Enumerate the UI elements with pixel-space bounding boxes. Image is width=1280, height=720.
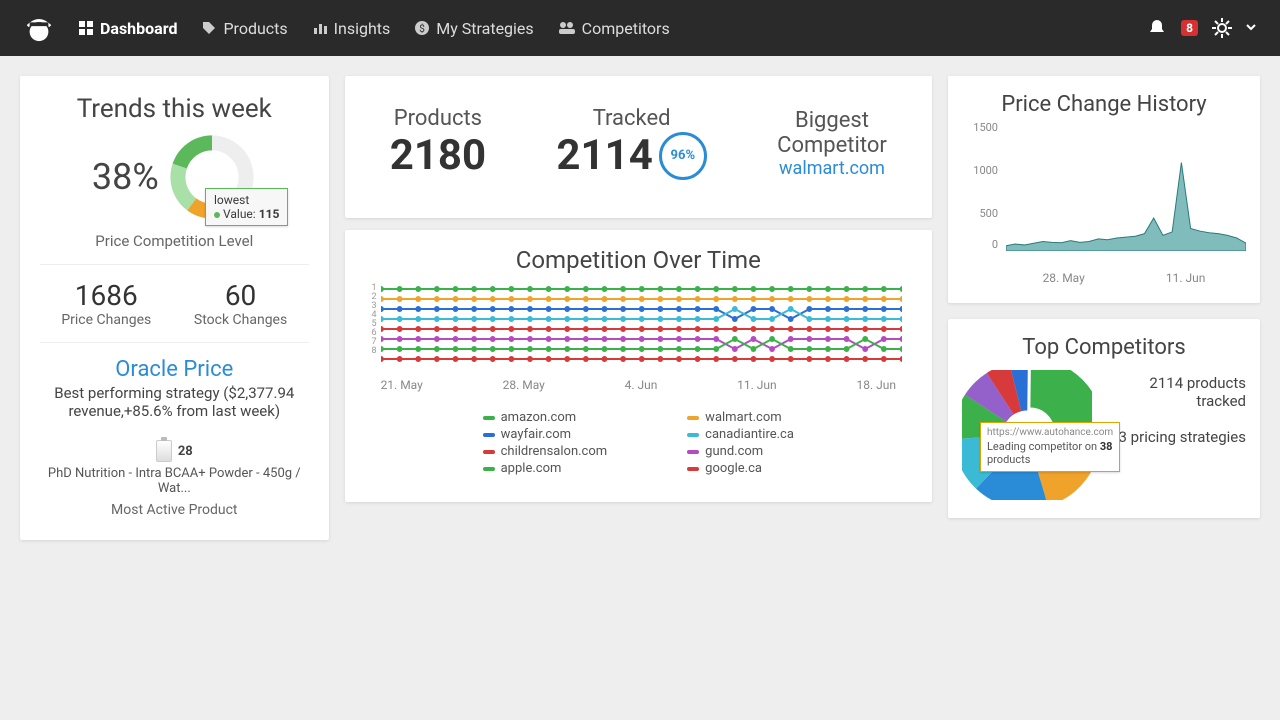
cot-xaxis: 21. May28. May4. Jun11. Jun18. Jun <box>381 378 896 392</box>
notification-badge[interactable]: 8 <box>1181 20 1198 36</box>
most-active-caption: Most Active Product <box>40 502 309 518</box>
nav-strategies-label: My Strategies <box>436 19 533 38</box>
nav-items: Dashboard Products Insights $ My Strateg… <box>78 19 670 38</box>
svg-text:$: $ <box>419 22 425 35</box>
nav-competitors-label: Competitors <box>582 19 670 38</box>
product-thumb-icon <box>156 440 172 462</box>
nav-insights[interactable]: Insights <box>312 19 391 38</box>
best-strategy-link[interactable]: Oracle Price <box>40 357 309 382</box>
chevron-down-icon[interactable] <box>1246 23 1256 33</box>
app-logo-icon <box>24 13 54 43</box>
history-xaxis: 28. May11. Jun <box>1002 271 1246 285</box>
best-strategy-desc: Best performing strategy ($2,377.94 reve… <box>40 382 309 422</box>
tc-stats: 2114 products tracked 3 pricing strategi… <box>1102 370 1246 446</box>
nav-products-label: Products <box>223 19 287 38</box>
competition-pct: 38% <box>92 156 159 198</box>
tracked-metric[interactable]: Tracked 2114 96% <box>556 106 706 180</box>
nav-strategies[interactable]: $ My Strategies <box>414 19 533 38</box>
gear-icon[interactable] <box>1212 18 1232 38</box>
people-icon <box>558 20 576 36</box>
biggest-competitor-link[interactable]: walmart.com <box>777 158 887 179</box>
metrics-card: Products 2180 Tracked 2114 96% Biggest C… <box>345 76 932 218</box>
nav-dashboard-label: Dashboard <box>100 19 177 38</box>
nav-products[interactable]: Products <box>201 19 287 38</box>
history-title: Price Change History <box>962 92 1246 117</box>
pie-tooltip: https://www.autohance.com Leading compet… <box>980 422 1120 472</box>
cot-title: Competition Over Time <box>365 246 912 274</box>
cot-legend: amazon.com wayfair.com childrensalon.com… <box>365 408 912 478</box>
products-metric[interactable]: Products 2180 <box>390 106 486 180</box>
stock-changes-stat[interactable]: 60 Stock Changes <box>194 279 287 328</box>
nav-dashboard[interactable]: Dashboard <box>78 19 177 38</box>
top-navbar: Dashboard Products Insights $ My Strateg… <box>0 0 1280 56</box>
tag-icon <box>201 20 217 36</box>
tooltip-label: lowest <box>214 193 279 207</box>
competition-subtitle: Price Competition Level <box>40 232 309 250</box>
nav-right: 8 <box>1147 18 1256 38</box>
nav-insights-label: Insights <box>334 19 391 38</box>
top-competitors-card: Top Competitors 2114 products tracked 3 … <box>948 319 1260 518</box>
most-active-product-name[interactable]: PhD Nutrition - Intra BCAA+ Powder - 450… <box>40 466 309 496</box>
price-history-card: Price Change History 1500 1000 500 0 28.… <box>948 76 1260 303</box>
product-count: 28 <box>178 444 193 459</box>
dollar-icon: $ <box>414 20 430 36</box>
trends-card: Trends this week 38% lowest Value: 115 P… <box>20 76 329 540</box>
nav-competitors[interactable]: Competitors <box>558 19 670 38</box>
history-chart[interactable]: 1500 1000 500 0 <box>962 121 1246 271</box>
price-changes-stat[interactable]: 1686 Price Changes <box>61 279 151 328</box>
cot-chart[interactable]: 12345678 <box>381 284 902 374</box>
competition-over-time-card: Competition Over Time 12345678 21. May28… <box>345 230 932 502</box>
tracked-pct-ring: 96% <box>659 132 707 180</box>
trends-title: Trends this week <box>40 94 309 124</box>
donut-tooltip: lowest Value: 115 <box>205 188 288 226</box>
bell-icon[interactable] <box>1147 18 1167 38</box>
biggest-competitor-metric: Biggest Competitor walmart.com <box>777 108 887 179</box>
grid-icon <box>78 20 94 36</box>
tc-title: Top Competitors <box>962 335 1246 360</box>
chart-icon <box>312 20 328 36</box>
